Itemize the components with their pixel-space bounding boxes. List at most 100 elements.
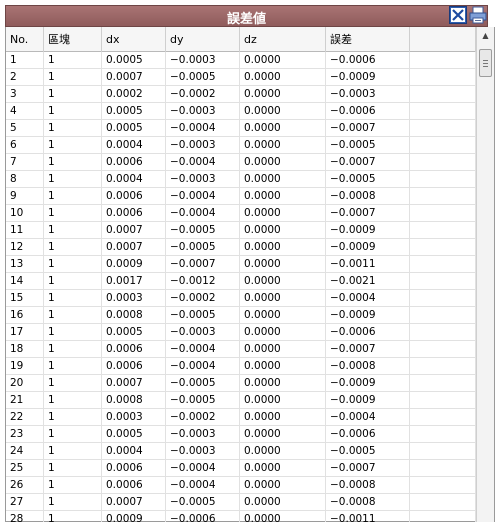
cell-col-error: −0.0008 <box>326 358 410 375</box>
table-row[interactable]: 2 1 0.0007 −0.0005 0.0000 −0.0009 <box>6 69 476 86</box>
cell-col-no: 4 <box>6 103 44 120</box>
cell-empty <box>410 205 476 222</box>
table-row[interactable]: 28 1 0.0009 −0.0006 0.0000 −0.0011 <box>6 511 476 522</box>
cell-col-dy: −0.0012 <box>166 273 240 290</box>
cell-col-block: 1 <box>44 409 102 426</box>
cell-col-dz: 0.0000 <box>240 409 326 426</box>
vertical-scrollbar[interactable]: ▲ <box>476 27 494 522</box>
table-row[interactable]: 24 1 0.0004 −0.0003 0.0000 −0.0005 <box>6 443 476 460</box>
cell-empty <box>410 137 476 154</box>
table-row[interactable]: 21 1 0.0008 −0.0005 0.0000 −0.0009 <box>6 392 476 409</box>
cell-col-dx: 0.0006 <box>102 460 166 477</box>
cell-empty <box>410 239 476 256</box>
cell-empty <box>410 171 476 188</box>
cell-col-dx: 0.0008 <box>102 392 166 409</box>
cell-col-dz: 0.0000 <box>240 477 326 494</box>
cell-col-dz: 0.0000 <box>240 341 326 358</box>
table-row[interactable]: 27 1 0.0007 −0.0005 0.0000 −0.0008 <box>6 494 476 511</box>
cell-col-error: −0.0009 <box>326 69 410 86</box>
cell-col-dz: 0.0000 <box>240 273 326 290</box>
header-col-no[interactable]: No. <box>6 27 44 52</box>
cell-col-dy: −0.0004 <box>166 358 240 375</box>
cell-col-block: 1 <box>44 52 102 69</box>
thumb-grip-line <box>483 63 488 64</box>
table-row[interactable]: 14 1 0.0017 −0.0012 0.0000 −0.0021 <box>6 273 476 290</box>
cell-col-block: 1 <box>44 290 102 307</box>
cell-col-dz: 0.0000 <box>240 494 326 511</box>
cell-col-no: 20 <box>6 375 44 392</box>
table-row[interactable]: 23 1 0.0005 −0.0003 0.0000 −0.0006 <box>6 426 476 443</box>
table-row[interactable]: 11 1 0.0007 −0.0005 0.0000 −0.0009 <box>6 222 476 239</box>
cell-col-error: −0.0006 <box>326 52 410 69</box>
cell-col-dy: −0.0005 <box>166 307 240 324</box>
table-row[interactable]: 1 1 0.0005 −0.0003 0.0000 −0.0006 <box>6 52 476 69</box>
cell-col-block: 1 <box>44 171 102 188</box>
scroll-up-arrow-icon[interactable]: ▲ <box>477 27 494 44</box>
table-row[interactable]: 17 1 0.0005 −0.0003 0.0000 −0.0006 <box>6 324 476 341</box>
cell-col-error: −0.0009 <box>326 392 410 409</box>
cell-empty <box>410 188 476 205</box>
cell-col-no: 17 <box>6 324 44 341</box>
table-row[interactable]: 9 1 0.0006 −0.0004 0.0000 −0.0008 <box>6 188 476 205</box>
cell-col-no: 1 <box>6 52 44 69</box>
table-row[interactable]: 19 1 0.0006 −0.0004 0.0000 −0.0008 <box>6 358 476 375</box>
table-row[interactable]: 5 1 0.0005 −0.0004 0.0000 −0.0007 <box>6 120 476 137</box>
cell-col-block: 1 <box>44 222 102 239</box>
thumb-grip-line <box>483 60 488 61</box>
cell-col-error: −0.0005 <box>326 171 410 188</box>
header-col-dy[interactable]: dy <box>166 27 240 52</box>
table-row[interactable]: 22 1 0.0003 −0.0002 0.0000 −0.0004 <box>6 409 476 426</box>
printer-icon[interactable] <box>469 6 487 24</box>
table-row[interactable]: 4 1 0.0005 −0.0003 0.0000 −0.0006 <box>6 103 476 120</box>
cell-col-block: 1 <box>44 443 102 460</box>
cell-col-no: 13 <box>6 256 44 273</box>
cell-col-no: 6 <box>6 137 44 154</box>
cell-col-no: 11 <box>6 222 44 239</box>
cell-col-dz: 0.0000 <box>240 460 326 477</box>
cell-col-no: 15 <box>6 290 44 307</box>
table-row[interactable]: 16 1 0.0008 −0.0005 0.0000 −0.0009 <box>6 307 476 324</box>
table-row[interactable]: 13 1 0.0009 −0.0007 0.0000 −0.0011 <box>6 256 476 273</box>
table-row[interactable]: 20 1 0.0007 −0.0005 0.0000 −0.0009 <box>6 375 476 392</box>
cell-empty <box>410 120 476 137</box>
cell-col-no: 23 <box>6 426 44 443</box>
cell-col-no: 2 <box>6 69 44 86</box>
close-icon[interactable] <box>449 6 467 24</box>
cell-empty <box>410 375 476 392</box>
cell-col-error: −0.0006 <box>326 103 410 120</box>
cell-col-dx: 0.0005 <box>102 120 166 137</box>
cell-col-dy: −0.0002 <box>166 86 240 103</box>
table-row[interactable]: 3 1 0.0002 −0.0002 0.0000 −0.0003 <box>6 86 476 103</box>
cell-col-block: 1 <box>44 375 102 392</box>
cell-col-error: −0.0011 <box>326 256 410 273</box>
scroll-thumb[interactable] <box>479 49 492 77</box>
cell-col-error: −0.0004 <box>326 290 410 307</box>
header-col-dz[interactable]: dz <box>240 27 326 52</box>
cell-col-block: 1 <box>44 494 102 511</box>
table-row[interactable]: 7 1 0.0006 −0.0004 0.0000 −0.0007 <box>6 154 476 171</box>
table-row[interactable]: 18 1 0.0006 −0.0004 0.0000 −0.0007 <box>6 341 476 358</box>
cell-col-dx: 0.0003 <box>102 290 166 307</box>
header-col-block[interactable]: 區塊 <box>44 27 102 52</box>
cell-col-dx: 0.0004 <box>102 171 166 188</box>
table-row[interactable]: 12 1 0.0007 −0.0005 0.0000 −0.0009 <box>6 239 476 256</box>
cell-empty <box>410 222 476 239</box>
header-col-dx[interactable]: dx <box>102 27 166 52</box>
table-row[interactable]: 6 1 0.0004 −0.0003 0.0000 −0.0005 <box>6 137 476 154</box>
cell-col-dx: 0.0008 <box>102 307 166 324</box>
table-row[interactable]: 25 1 0.0006 −0.0004 0.0000 −0.0007 <box>6 460 476 477</box>
table-row[interactable]: 10 1 0.0006 −0.0004 0.0000 −0.0007 <box>6 205 476 222</box>
cell-col-error: −0.0007 <box>326 205 410 222</box>
cell-empty <box>410 443 476 460</box>
table-row[interactable]: 8 1 0.0004 −0.0003 0.0000 −0.0005 <box>6 171 476 188</box>
cell-col-dx: 0.0007 <box>102 222 166 239</box>
cell-col-block: 1 <box>44 205 102 222</box>
grid-body: 1 1 0.0005 −0.0003 0.0000 −0.0006 2 1 0.0007 −0.0… <box>6 52 476 522</box>
table-row[interactable]: 26 1 0.0006 −0.0004 0.0000 −0.0008 <box>6 477 476 494</box>
cell-col-dy: −0.0005 <box>166 392 240 409</box>
cell-col-dy: −0.0003 <box>166 443 240 460</box>
header-col-error[interactable]: 誤差 <box>326 27 410 52</box>
table-row[interactable]: 15 1 0.0003 −0.0002 0.0000 −0.0004 <box>6 290 476 307</box>
cell-col-dx: 0.0007 <box>102 375 166 392</box>
cell-empty <box>410 69 476 86</box>
